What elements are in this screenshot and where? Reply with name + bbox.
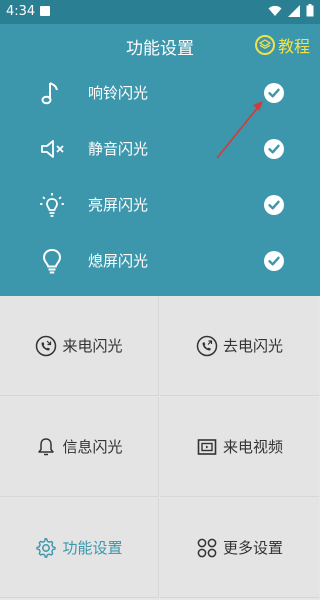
video-icon — [197, 438, 217, 455]
status-bar: 4:34 — [0, 0, 320, 24]
setting-label: 静音闪光 — [88, 140, 149, 158]
grid-item-label: 信息闪光 — [62, 438, 123, 456]
app-header: 功能设置 教程 — [0, 24, 320, 64]
incoming-call-icon — [36, 335, 57, 356]
grid-item-message-flash[interactable]: 信息闪光 — [0, 397, 159, 497]
bulb-light-icon — [40, 193, 64, 217]
tutorial-button[interactable]: 教程 — [254, 33, 310, 57]
status-icons — [268, 4, 314, 17]
gear-icon — [36, 537, 57, 558]
checkmark-icon[interactable] — [264, 251, 284, 271]
setting-label: 亮屏闪光 — [88, 196, 149, 214]
setting-row-screen-on[interactable]: 亮屏闪光 — [0, 177, 320, 233]
grid-item-more-settings[interactable]: 更多设置 — [160, 498, 319, 598]
feature-grid: 来电闪光 去电闪光 信息闪光 来电视频 功能设置 更多设置 — [0, 296, 320, 600]
notification-icon — [40, 6, 50, 16]
checkmark-icon[interactable] — [264, 139, 284, 159]
tutorial-label: 教程 — [277, 37, 310, 56]
checkmark-icon[interactable] — [264, 195, 284, 215]
grid-item-incoming-call[interactable]: 来电闪光 — [0, 296, 159, 396]
music-note-icon — [41, 82, 58, 105]
grid-item-label: 更多设置 — [222, 539, 283, 557]
flash-settings-panel: 响铃闪光 静音闪光 亮屏闪光 熄屏闪光 — [0, 64, 320, 296]
checkmark-icon[interactable] — [264, 83, 284, 103]
wifi-icon — [268, 5, 282, 16]
mute-icon — [41, 140, 64, 158]
apps-icon — [197, 538, 217, 557]
grid-item-label: 来电视频 — [222, 438, 283, 456]
bell-icon — [38, 437, 55, 455]
signal-icon — [288, 4, 300, 17]
grid-item-label: 来电闪光 — [62, 337, 123, 355]
outgoing-call-icon — [196, 335, 218, 356]
grid-item-label: 功能设置 — [62, 539, 123, 557]
setting-row-screen-off[interactable]: 熄屏闪光 — [0, 233, 320, 289]
grid-item-call-video[interactable]: 来电视频 — [160, 397, 319, 497]
grid-item-function-settings[interactable]: 功能设置 — [0, 498, 159, 598]
bulb-off-icon — [42, 248, 62, 274]
status-time: 4:34 — [6, 4, 36, 19]
setting-row-ring[interactable]: 响铃闪光 — [0, 65, 320, 121]
grid-item-label: 去电闪光 — [222, 337, 283, 355]
grid-item-outgoing-call[interactable]: 去电闪光 — [160, 296, 319, 396]
layers-icon — [254, 35, 275, 55]
battery-icon — [306, 4, 314, 17]
setting-row-mute[interactable]: 静音闪光 — [0, 121, 320, 177]
setting-label: 熄屏闪光 — [88, 252, 149, 270]
setting-label: 响铃闪光 — [88, 84, 149, 102]
